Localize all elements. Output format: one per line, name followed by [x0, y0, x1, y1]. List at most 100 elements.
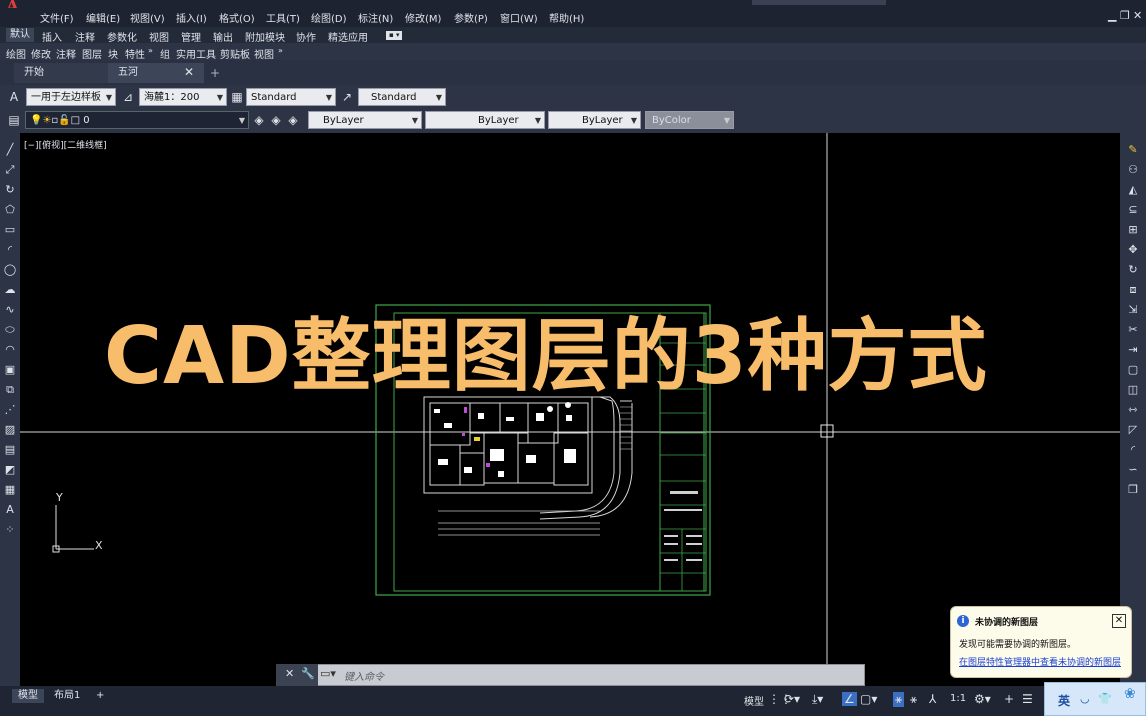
table-style-select[interactable]: Standard ▼ [246, 88, 336, 106]
menu-insert[interactable]: 插入(I) [176, 10, 207, 25]
break-icon[interactable]: ◫ [1126, 383, 1140, 397]
annotation-visibility-icon[interactable]: ⚹ [893, 692, 905, 707]
rotate-icon[interactable]: ↻ [1126, 263, 1140, 277]
menu-window[interactable]: 窗口(W) [500, 10, 538, 25]
lineweight-select[interactable]: ByLayer ▼ [548, 111, 641, 129]
ribbon-tab-view[interactable]: 视图 [149, 29, 169, 44]
menu-format[interactable]: 格式(O) [219, 10, 255, 25]
layer-previous-icon[interactable]: ◈ [285, 112, 301, 128]
linetype-select[interactable]: ByLayer ▼ [425, 111, 545, 129]
panel-block[interactable]: 块 [108, 46, 118, 61]
make-block-icon[interactable]: ⧉ [3, 383, 17, 397]
panel-utilities[interactable]: 实用工具 [176, 46, 216, 61]
make-current-layer-icon[interactable]: ◈ [251, 112, 267, 128]
join-icon[interactable]: ⇿ [1126, 403, 1140, 417]
command-history-icon[interactable]: ▭▾ [320, 667, 336, 680]
title-search-box[interactable] [752, 0, 886, 5]
copy-icon[interactable]: ⚇ [1126, 163, 1140, 177]
scale-value[interactable]: 1:1 [950, 693, 966, 704]
stretch-icon[interactable]: ⇲ [1126, 303, 1140, 317]
notification-link[interactable]: 在图层特性管理器中查看未协调的新图层 [959, 655, 1121, 668]
move-icon[interactable]: ✥ [1126, 243, 1140, 257]
add-selected-icon[interactable]: ⁘ [3, 523, 17, 537]
insert-block-icon[interactable]: ▣ [3, 363, 17, 377]
ribbon-tab-insert[interactable]: 插入 [42, 29, 62, 44]
circle-icon[interactable]: ◯ [3, 263, 17, 277]
point-icon[interactable]: ⋰ [3, 403, 17, 417]
ribbon-tab-parametric[interactable]: 参数化 [107, 29, 137, 44]
menu-modify[interactable]: 修改(M) [405, 10, 441, 25]
customize-icon[interactable]: ☰ [1022, 692, 1033, 706]
array-icon[interactable]: ⊞ [1126, 223, 1140, 237]
blend-curves-icon[interactable]: ∽ [1126, 463, 1140, 477]
dim-style-icon[interactable]: ⊿ [120, 89, 136, 105]
construction-line-icon[interactable]: ⤢ [3, 163, 17, 177]
polyline-icon[interactable]: ↻ [3, 183, 17, 197]
menu-view[interactable]: 视图(V) [130, 10, 165, 25]
command-input[interactable]: 键入命令 [344, 668, 384, 683]
panel-expand-icon[interactable]: » [148, 46, 153, 55]
menu-draw[interactable]: 绘图(D) [311, 10, 347, 25]
fillet-icon[interactable]: ◜ [1126, 443, 1140, 457]
ribbon-tab-manage[interactable]: 管理 [181, 29, 201, 44]
model-space-button[interactable]: 模型 [744, 693, 764, 708]
line-icon[interactable]: ╱ [3, 143, 17, 157]
panel-clipboard[interactable]: 剪贴板 [220, 46, 250, 61]
rectangle-icon[interactable]: ▭ [3, 223, 17, 237]
text-style-select[interactable]: 一用于左边样板 ▼ [26, 88, 116, 106]
notification-close-button[interactable]: ✕ [1112, 614, 1126, 628]
ellipse-icon[interactable]: ⬭ [3, 323, 17, 337]
offset-icon[interactable]: ⊆ [1126, 203, 1140, 217]
restore-icon[interactable]: ❐ [1120, 9, 1130, 22]
panel-modify[interactable]: 修改 [31, 46, 51, 61]
gradient-icon[interactable]: ▤ [3, 443, 17, 457]
ime-language-label[interactable]: 英 [1058, 692, 1070, 709]
panel-group[interactable]: 组 [160, 46, 170, 61]
polygon-icon[interactable]: ⬠ [3, 203, 17, 217]
polar-tracking-icon[interactable]: ⟳▾ [784, 692, 800, 706]
panel-view[interactable]: 视图 [254, 46, 274, 61]
ellipse-arc-icon[interactable]: ◠ [3, 343, 17, 357]
ime-punctuation-icon[interactable]: ◡ [1080, 692, 1090, 705]
dim-style-select[interactable]: 海麓1：200 ▼ [139, 88, 227, 106]
color-select[interactable]: ByLayer ▼ [308, 111, 422, 129]
menu-help[interactable]: 帮助(H) [549, 10, 584, 25]
region-icon[interactable]: ◩ [3, 463, 17, 477]
ribbon-tab-annotate[interactable]: 注释 [75, 29, 95, 44]
panel-draw[interactable]: 绘图 [6, 46, 26, 61]
snap-icon[interactable]: ⤓▾ [812, 692, 823, 707]
drawing-canvas[interactable]: Y X [20, 133, 1120, 686]
ribbon-tab-featured[interactable]: 精选应用 [328, 29, 368, 44]
minimize-icon[interactable]: ▁ [1108, 9, 1116, 22]
multileader-style-select[interactable]: Standard ▼ [358, 88, 446, 106]
layout-tab-layout1[interactable]: 布局1 [48, 689, 86, 703]
menu-edit[interactable]: 编辑(E) [86, 10, 120, 25]
menu-tools[interactable]: 工具(T) [266, 10, 300, 25]
layer-select[interactable]: 💡☀▫🔓□ 0 ▼ [25, 111, 249, 129]
layer-manager-icon[interactable]: ▤ [6, 112, 22, 128]
ribbon-toggle-button[interactable]: ▪ ▾ [386, 31, 403, 40]
spline-icon[interactable]: ∿ [3, 303, 17, 317]
tab-close-icon[interactable]: ✕ [184, 65, 194, 79]
revision-cloud-icon[interactable]: ☁ [3, 283, 17, 297]
ime-skin-icon[interactable]: 👕 [1098, 692, 1112, 705]
close-icon[interactable]: ✕ [1133, 9, 1142, 22]
panel-annotate[interactable]: 注释 [56, 46, 76, 61]
extend-icon[interactable]: ⇥ [1126, 343, 1140, 357]
trim-icon[interactable]: ✂ [1126, 323, 1140, 337]
erase-icon[interactable]: ✎ [1126, 143, 1140, 157]
table-icon[interactable]: ▦ [3, 483, 17, 497]
ribbon-tab-addins[interactable]: 附加模块 [245, 29, 285, 44]
annotation-scale-icon[interactable]: ⅄ [929, 692, 936, 706]
plus-icon[interactable]: + [1004, 692, 1014, 706]
scale-icon[interactable]: ⧈ [1126, 283, 1140, 297]
arc-icon[interactable]: ◜ [3, 243, 17, 257]
ribbon-tab-output[interactable]: 输出 [213, 29, 233, 44]
tab-start[interactable]: 开始 [14, 63, 108, 83]
chamfer-icon[interactable]: ◸ [1126, 423, 1140, 437]
add-layout-plus-icon[interactable]: + [90, 689, 110, 703]
table-style-icon[interactable]: ▦ [229, 89, 245, 105]
menu-dimension[interactable]: 标注(N) [358, 10, 393, 25]
object-snap-icon[interactable]: ∠ [842, 692, 857, 706]
panel-layers[interactable]: 图层 [82, 46, 102, 61]
